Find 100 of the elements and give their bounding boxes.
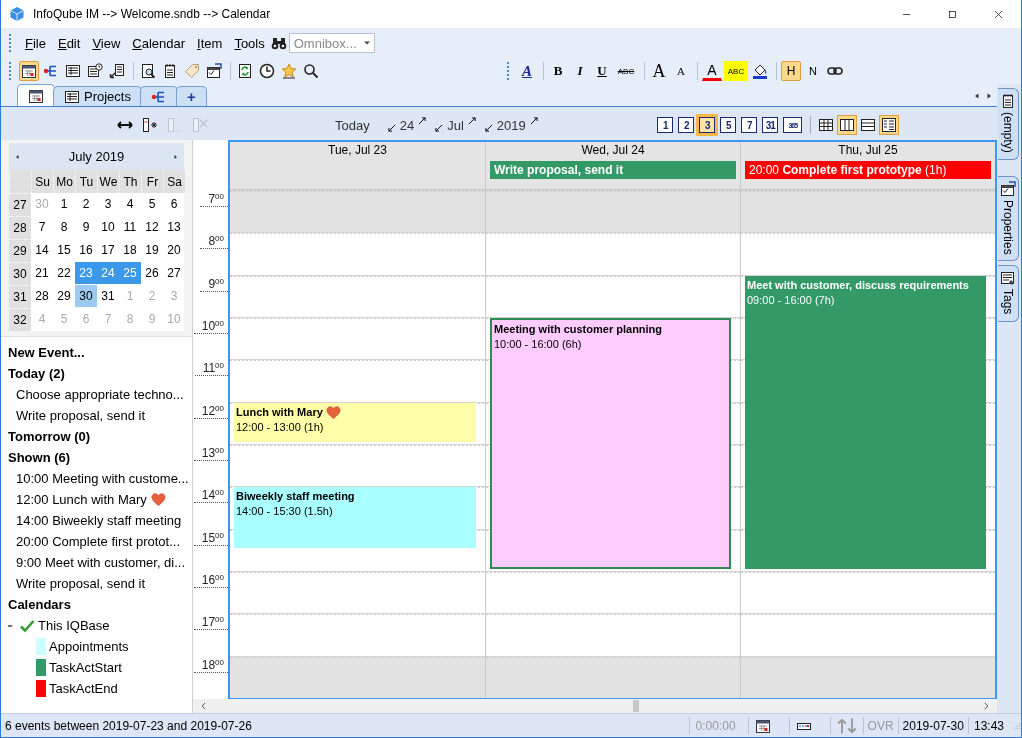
list-view-button[interactable]	[878, 115, 899, 135]
calendar-day[interactable]: 4	[119, 193, 141, 215]
day-link[interactable]: 24	[397, 117, 417, 133]
maximize-icon[interactable]	[946, 8, 958, 20]
font-grow-button[interactable]: A	[649, 61, 669, 81]
font-shrink-button[interactable]: A	[671, 61, 691, 81]
close-icon[interactable]	[992, 8, 1004, 20]
agenda-item[interactable]: 10:00 Meeting with custome...	[16, 471, 189, 486]
clock-button[interactable]	[257, 61, 277, 81]
arrow-up-right-icon[interactable]	[417, 116, 428, 126]
all-day-event[interactable]: 20:00 Complete first prototype (1h)	[745, 161, 991, 179]
calendar-day[interactable]: 19	[141, 239, 163, 261]
calendar-day[interactable]: 26	[141, 262, 163, 284]
projects-tab[interactable]: Projects	[53, 86, 142, 106]
menu-item[interactable]: Edit	[51, 32, 87, 54]
menu-item[interactable]: Calendar	[126, 32, 192, 54]
scroll-right-icon[interactable]	[981, 701, 991, 711]
calendar-day[interactable]: 9	[75, 216, 97, 238]
arrow-down-left-icon[interactable]	[386, 123, 397, 133]
menu-item[interactable]: Tools	[228, 32, 271, 54]
text-style-button[interactable]: A	[517, 61, 537, 81]
today-link[interactable]: Today	[333, 117, 372, 133]
calendar-day[interactable]: 27	[163, 262, 185, 284]
event-card[interactable]: Lunch with Mary 12:00 - 13:00 (1h)	[234, 402, 476, 442]
calendar-button[interactable]	[19, 61, 39, 81]
menu-item[interactable]: Item	[191, 32, 229, 54]
day-count-button[interactable]: 3	[699, 117, 716, 133]
bold-button[interactable]: B	[548, 61, 568, 81]
arrow-down-left-icon[interactable]	[434, 123, 445, 133]
calendar-icon[interactable]	[754, 717, 771, 734]
agenda-item[interactable]: 12:00 Lunch with Mary	[16, 492, 147, 507]
calendar-day[interactable]: 14	[31, 239, 53, 261]
heading-button[interactable]: H	[781, 61, 801, 81]
outline-tab[interactable]	[139, 86, 178, 106]
menu-item[interactable]: View	[86, 32, 127, 54]
day-count-button[interactable]: 1	[657, 117, 674, 133]
scroll-left-icon[interactable]	[973, 92, 981, 100]
calendar-day[interactable]: 1	[53, 193, 75, 215]
agenda-item[interactable]: 20:00 Complete first protot...	[16, 534, 181, 549]
calendar-day[interactable]: 3	[97, 193, 119, 215]
calendar-day[interactable]: 13	[163, 216, 185, 238]
calendar-day[interactable]: 8	[53, 216, 75, 238]
calendar-day[interactable]: 28	[31, 285, 53, 307]
calendar-day[interactable]: 30	[75, 285, 97, 307]
calendar-day[interactable]: 5	[141, 193, 163, 215]
calendar-day[interactable]: 22	[53, 262, 75, 284]
calendar-day[interactable]: 16	[75, 239, 97, 261]
side-tab[interactable]: (empty)	[998, 88, 1019, 160]
star-button[interactable]	[279, 61, 299, 81]
side-tab[interactable]: Properties	[998, 175, 1019, 262]
window-check-button[interactable]	[204, 61, 224, 81]
new-event-link[interactable]: New Event...	[8, 345, 85, 360]
calendar-day[interactable]: 20	[163, 239, 185, 261]
scrollbar-thumb[interactable]	[633, 700, 639, 712]
event-card[interactable]: Meet with customer, discuss requirements 09:00 - 16:00 (7h)	[745, 275, 986, 569]
menu-item[interactable]: File	[19, 32, 52, 54]
agenda-item[interactable]: 9:00 Meet with customer, di...	[16, 555, 186, 570]
scroll-right-icon[interactable]	[985, 92, 993, 100]
day-count-button[interactable]: 2	[678, 117, 695, 133]
omnibox-field[interactable]: Omnibox...	[288, 33, 375, 53]
calendar-day[interactable]: 11	[119, 216, 141, 238]
calendar-day[interactable]: 12	[141, 216, 163, 238]
calendar-day[interactable]: 18	[119, 239, 141, 261]
calendar-day[interactable]: 17	[97, 239, 119, 261]
agenda-item[interactable]: 14:00 Biweekly staff meeting	[16, 513, 182, 528]
all-day-event[interactable]: Write proposal, send it	[490, 161, 736, 179]
calendar-name[interactable]: This IQBase	[38, 618, 110, 633]
add-tab[interactable]: +	[175, 86, 207, 106]
arrow-up-right-icon[interactable]	[528, 116, 539, 126]
calendar-day[interactable]: 29	[53, 285, 75, 307]
calendar-name[interactable]: TaskActEnd	[49, 681, 118, 696]
normal-text-button[interactable]: N	[803, 61, 823, 81]
arrow-up-right-icon[interactable]	[466, 116, 477, 126]
event-card[interactable]: Biweekly staff meeting 14:00 - 15:30 (1.5h)	[234, 487, 476, 548]
calendar-name[interactable]: Appointments	[49, 639, 129, 654]
strikethrough-button[interactable]: ABC	[614, 61, 638, 81]
calendar-name[interactable]: TaskActStart	[49, 660, 122, 675]
column-add-icon[interactable]	[142, 117, 158, 133]
day-count-button[interactable]: 7	[741, 117, 758, 133]
agenda-item[interactable]: Write proposal, send it	[16, 576, 146, 591]
underline-button[interactable]: U	[592, 61, 612, 81]
arrow-down-left-icon[interactable]	[483, 123, 494, 133]
day-count-button[interactable]: 5	[720, 117, 737, 133]
checkmark-icon[interactable]	[19, 617, 35, 634]
columns-button[interactable]	[836, 115, 857, 135]
calendar-day[interactable]: 2	[75, 193, 97, 215]
day-count-button[interactable]: 31	[762, 117, 779, 133]
calendar-tab[interactable]	[17, 84, 55, 106]
highlight-button[interactable]: ABC	[724, 61, 748, 81]
calendar-day[interactable]: 15	[53, 239, 75, 261]
event-card[interactable]: Meeting with customer planning 10:00 - 16:00 (6h)	[490, 318, 731, 569]
binoculars-icon[interactable]	[270, 35, 287, 51]
italic-button[interactable]: I	[570, 61, 590, 81]
agenda-item[interactable]: Choose appropriate techno...	[16, 387, 184, 402]
calendar-day[interactable]: 10	[97, 216, 119, 238]
agenda-item[interactable]: Write proposal, send it	[16, 408, 146, 423]
page-arrow-button[interactable]	[107, 61, 127, 81]
year-link[interactable]: 2019	[494, 117, 528, 133]
calendar-day[interactable]: 31	[97, 285, 119, 307]
calendar-day[interactable]: 6	[163, 193, 185, 215]
